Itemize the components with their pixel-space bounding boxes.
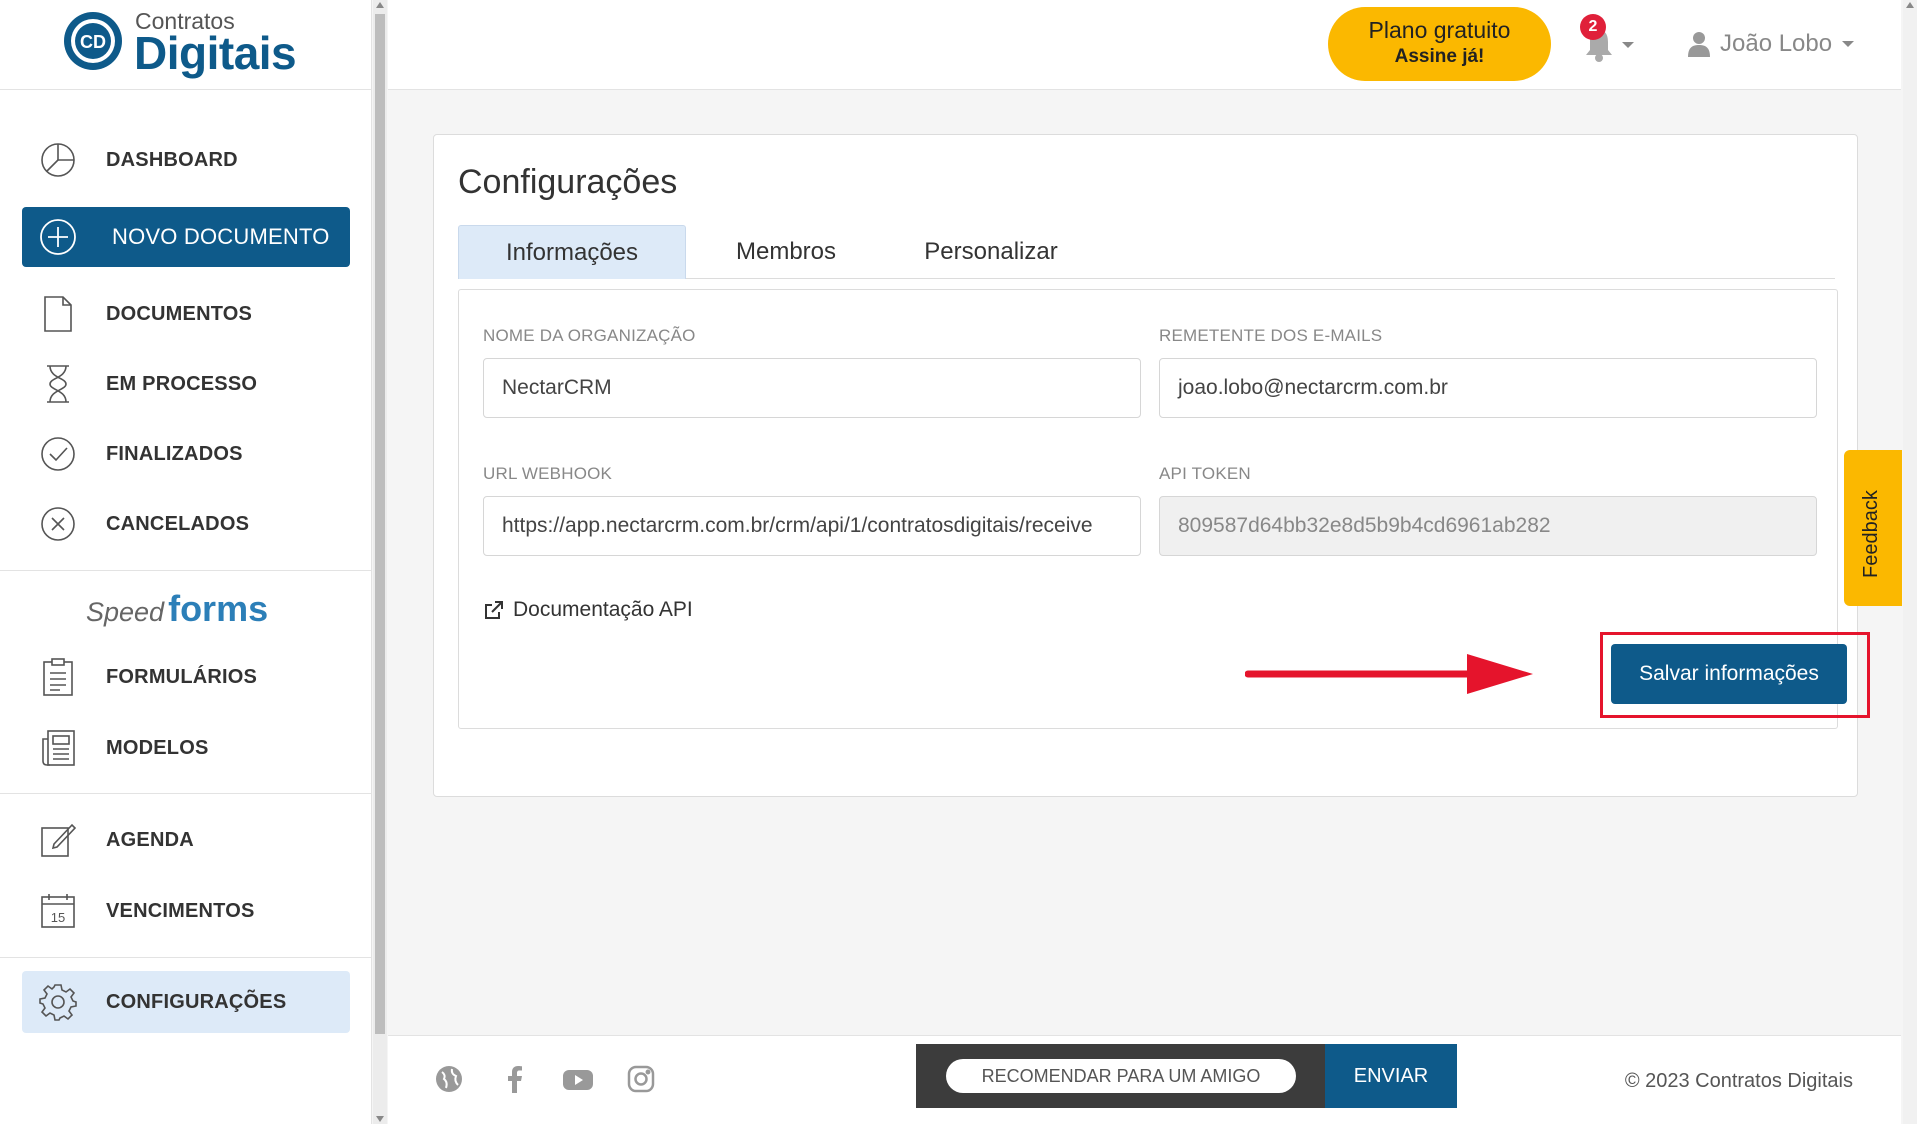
sidebar-item-cancelados[interactable]: CANCELADOS xyxy=(22,494,350,554)
recommend-input[interactable]: RECOMENDAR PARA UM AMIGO xyxy=(946,1059,1296,1093)
sidebar-item-label: FINALIZADOS xyxy=(106,442,243,465)
user-icon xyxy=(1688,32,1710,57)
hourglass-icon xyxy=(38,364,78,404)
plus-circle-icon xyxy=(38,217,78,257)
recommend-form: RECOMENDAR PARA UM AMIGO xyxy=(916,1044,1325,1108)
scroll-down-icon[interactable] xyxy=(376,1116,384,1122)
sidebar-item-label: MODELOS xyxy=(106,736,209,759)
sidebar-item-label: NOVO DOCUMENTO xyxy=(112,224,330,249)
copyright: © 2023 Contratos Digitais xyxy=(1624,1070,1853,1092)
calendar-icon: 15 xyxy=(38,891,78,931)
sidebar-item-configuracoes[interactable]: CONFIGURAÇÕES xyxy=(22,971,350,1033)
send-button[interactable]: ENVIAR xyxy=(1325,1044,1457,1108)
page-title: Configurações xyxy=(458,163,678,201)
x-circle-icon xyxy=(38,504,78,544)
save-button[interactable]: Salvar informações xyxy=(1611,644,1847,704)
tab-bar: Informações Membros Personalizar xyxy=(458,225,1835,279)
sidebar-divider xyxy=(0,793,372,794)
sidebar-divider xyxy=(0,957,372,958)
speedforms-forms: forms xyxy=(168,588,269,629)
tab-informacoes[interactable]: Informações xyxy=(458,225,686,279)
sidebar-item-label: EM PROCESSO xyxy=(106,372,258,395)
sidebar-item-vencimentos[interactable]: 15 VENCIMENTOS xyxy=(22,881,350,941)
newspaper-icon xyxy=(38,728,78,768)
user-name: João Lobo xyxy=(1720,30,1833,57)
sidebar-item-formularios[interactable]: FORMULÁRIOS xyxy=(22,647,350,707)
scroll-up-icon[interactable] xyxy=(1906,2,1914,8)
email-sender-label: REMETENTE DOS E-MAILS xyxy=(1159,326,1383,345)
api-docs-link[interactable]: Documentação API xyxy=(483,598,693,622)
scroll-up-icon[interactable] xyxy=(376,2,384,8)
sidebar-item-label: CANCELADOS xyxy=(106,512,250,535)
youtube-icon[interactable] xyxy=(562,1064,594,1096)
facebook-icon[interactable] xyxy=(500,1064,532,1096)
annotation-arrow-icon xyxy=(1245,654,1533,694)
sidebar-item-label: CONFIGURAÇÕES xyxy=(106,990,287,1013)
sidebar-item-novo-documento[interactable]: NOVO DOCUMENTO xyxy=(22,207,350,267)
notification-badge: 2 xyxy=(1580,14,1606,40)
informacoes-panel: NOME DA ORGANIZAÇÃO NectarCRM REMETENTE … xyxy=(458,289,1870,729)
check-circle-icon xyxy=(38,434,78,474)
notifications-button[interactable]: 2 xyxy=(1580,14,1634,66)
speedforms-speed: Speed xyxy=(86,597,165,627)
api-docs-label: Documentação API xyxy=(513,598,693,621)
upgrade-plan-button[interactable]: Plano gratuito Assine já! xyxy=(1328,7,1551,81)
logo[interactable]: CD Contratos Digitais xyxy=(0,0,371,90)
instagram-icon[interactable] xyxy=(626,1064,658,1096)
sidebar: CD Contratos Digitais DASHBOARD NOVO DOC… xyxy=(0,0,372,1124)
user-menu[interactable]: João Lobo xyxy=(1688,26,1855,62)
sidebar-item-label: DASHBOARD xyxy=(106,148,238,171)
logo-text-bottom: Digitais xyxy=(134,27,297,79)
sidebar-item-em-processo[interactable]: EM PROCESSO xyxy=(22,354,350,414)
edit-icon xyxy=(38,820,78,860)
tab-membros[interactable]: Membros xyxy=(686,225,886,279)
pie-chart-icon xyxy=(38,140,78,180)
website-icon[interactable] xyxy=(434,1064,466,1096)
top-bar: Plano gratuito Assine já! 2 João Lobo xyxy=(388,0,1901,90)
logo-mark-icon: CD xyxy=(64,12,122,70)
org-name-input[interactable]: NectarCRM xyxy=(483,358,1141,418)
tab-personalizar[interactable]: Personalizar xyxy=(886,225,1096,279)
sidebar-divider xyxy=(0,570,372,571)
plan-cta: Assine já! xyxy=(1394,46,1485,67)
scrollbar-thumb[interactable] xyxy=(375,14,385,1034)
feedback-tab[interactable]: Feedback xyxy=(1844,450,1902,606)
sidebar-item-label: FORMULÁRIOS xyxy=(106,665,258,688)
sidebar-item-modelos[interactable]: MODELOS xyxy=(22,718,350,778)
sidebar-item-dashboard[interactable]: DASHBOARD xyxy=(22,130,350,190)
sidebar-item-finalizados[interactable]: FINALIZADOS xyxy=(22,424,350,484)
calendar-day: 15 xyxy=(51,910,65,925)
email-sender-input[interactable]: joao.lobo@nectarcrm.com.br xyxy=(1159,358,1817,418)
sidebar-item-label: AGENDA xyxy=(106,828,194,851)
clipboard-icon xyxy=(38,657,78,697)
speedforms-logo: Speed forms xyxy=(86,588,268,630)
footer: RECOMENDAR PARA UM AMIGO ENVIAR © 2023 C… xyxy=(388,1035,1901,1124)
sidebar-item-agenda[interactable]: AGENDA xyxy=(22,810,350,870)
page-scrollbar[interactable] xyxy=(1903,0,1917,1124)
webhook-url-input[interactable]: https://app.nectarcrm.com.br/crm/api/1/c… xyxy=(483,496,1141,556)
api-token-label: API TOKEN xyxy=(1159,464,1251,483)
chevron-down-icon xyxy=(1842,41,1855,47)
gear-icon xyxy=(38,982,78,1022)
api-token-field[interactable]: 809587d64bb32e8d5b9b4cd6961ab282 xyxy=(1159,496,1817,556)
sidebar-scrollbar[interactable] xyxy=(373,0,387,1124)
svg-text:CD: CD xyxy=(80,32,106,52)
feedback-label: Feedback xyxy=(1860,490,1882,578)
sidebar-item-label: VENCIMENTOS xyxy=(106,899,255,922)
webhook-url-label: URL WEBHOOK xyxy=(483,464,613,483)
org-name-label: NOME DA ORGANIZAÇÃO xyxy=(483,326,696,345)
chevron-down-icon xyxy=(1622,42,1634,48)
document-icon xyxy=(38,294,78,334)
external-link-icon xyxy=(485,601,503,619)
settings-card: Configurações Informações Membros Person… xyxy=(433,134,1870,797)
sidebar-item-label: DOCUMENTOS xyxy=(106,302,253,325)
sidebar-item-documentos[interactable]: DOCUMENTOS xyxy=(22,284,350,344)
plan-label: Plano gratuito xyxy=(1368,17,1511,43)
